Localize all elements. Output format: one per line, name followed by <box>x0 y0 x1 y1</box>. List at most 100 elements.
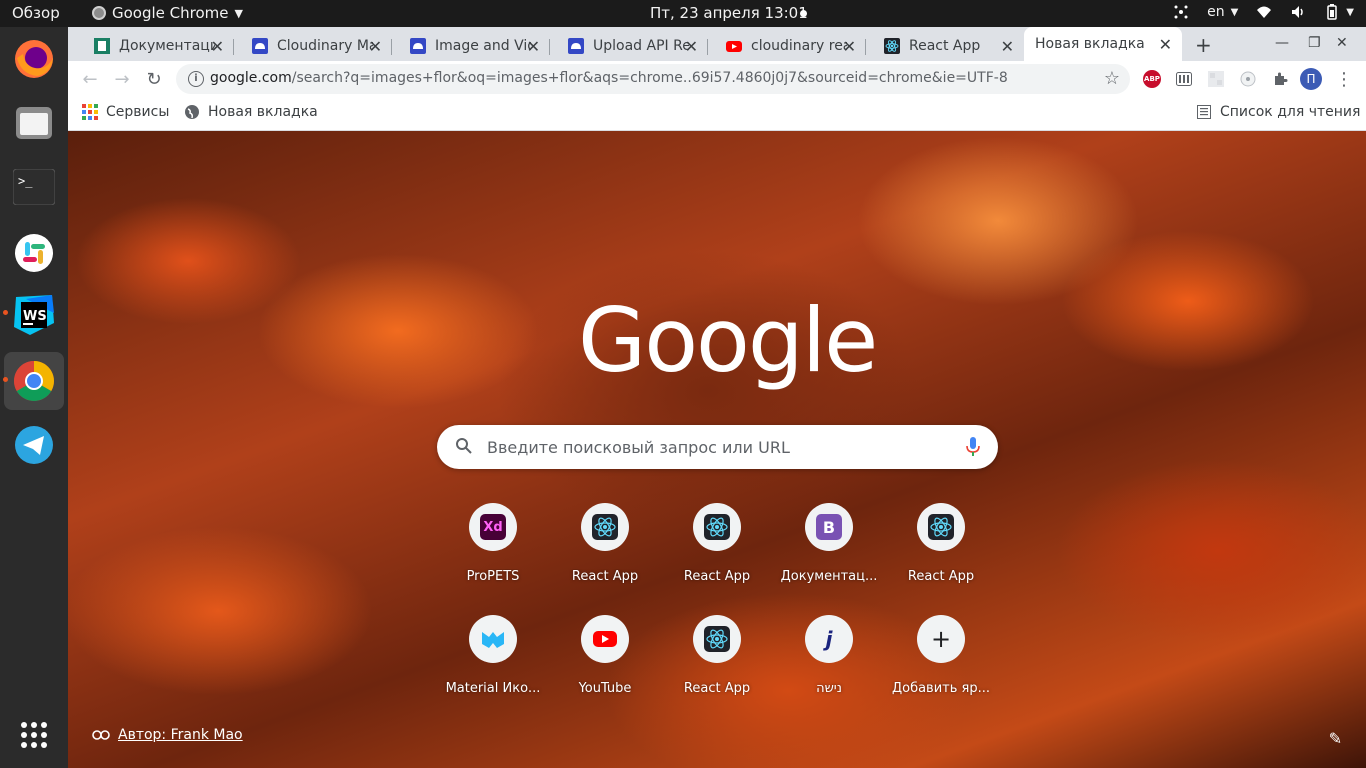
new-tab-bookmark[interactable]: Новая вкладка <box>184 104 318 120</box>
forward-icon[interactable]: → <box>112 69 132 90</box>
chevron-down-icon: ▼ <box>1230 6 1239 18</box>
toolbar: ← → ↻ i google.com/search?q=images+flor&… <box>68 61 1366 97</box>
profile-avatar[interactable]: П <box>1300 68 1322 90</box>
author-link[interactable]: Автор: Frank Mao <box>118 727 243 743</box>
show-applications-button[interactable] <box>10 711 58 759</box>
new-tab-bookmark-label: Новая вкладка <box>208 104 318 120</box>
close-icon[interactable]: ✕ <box>1159 35 1172 54</box>
add-shortcut-tile[interactable]: + Добавить яр... <box>885 615 997 727</box>
address-bar[interactable]: i google.com/search?q=images+flor&oq=ima… <box>176 64 1130 94</box>
chrome-app-icon <box>92 6 106 20</box>
shortcut-tile[interactable]: React App <box>549 503 661 615</box>
files-launcher[interactable] <box>10 99 58 147</box>
shortcut-label: Документац... <box>780 569 878 584</box>
apps-bookmark-label: Сервисы <box>106 104 170 120</box>
activities-button[interactable]: Обзор <box>12 4 60 22</box>
tab-4[interactable]: cloudinary rea ✕ <box>708 31 866 61</box>
close-icon[interactable]: ✕ <box>527 37 540 56</box>
close-icon[interactable]: ✕ <box>1001 37 1014 56</box>
more-menu-icon[interactable]: ⋮ <box>1335 69 1353 90</box>
customize-pencil-icon[interactable]: ✎ <box>1329 729 1342 748</box>
bookmarks-bar: Сервисы Новая вкладка Список для чтения <box>68 97 1366 131</box>
shortcut-label: React App <box>683 569 751 584</box>
link-icon <box>92 730 110 740</box>
back-icon[interactable]: ← <box>80 69 100 90</box>
shortcut-tile[interactable]: B Документац... <box>773 503 885 615</box>
reading-list-label: Список для чтения <box>1220 104 1361 120</box>
youtube-icon <box>593 631 617 647</box>
apps-bookmark[interactable]: Сервисы <box>82 104 169 120</box>
shortcut-label: נישה <box>816 681 842 696</box>
tab-strip: Документация ✕ Cloudinary Ma ✕ Image and… <box>68 27 1366 61</box>
tab-2[interactable]: Image and Vid ✕ <box>392 31 550 61</box>
shortcut-icon-wrap <box>693 503 741 551</box>
shortcut-label: ProPETS <box>466 569 520 584</box>
extension-icon[interactable] <box>1175 70 1193 88</box>
maximize-icon[interactable]: ❐ <box>1308 35 1321 51</box>
background-attribution[interactable]: Автор: Frank Mao <box>92 727 243 743</box>
shortcut-label: Добавить яр... <box>891 681 991 696</box>
close-icon[interactable]: ✕ <box>843 37 856 56</box>
minimize-icon[interactable]: — <box>1275 35 1289 51</box>
close-icon[interactable]: ✕ <box>685 37 698 56</box>
reading-list-button[interactable]: Список для чтения <box>1196 104 1360 120</box>
files-icon <box>16 107 52 139</box>
extensions-puzzle-icon[interactable] <box>1271 70 1289 88</box>
tab-1[interactable]: Cloudinary Ma ✕ <box>234 31 392 61</box>
site-info-icon[interactable]: i <box>188 71 204 87</box>
microphone-icon[interactable] <box>966 437 980 457</box>
extension-grid-icon[interactable] <box>1207 70 1225 88</box>
shortcut-tile[interactable]: Material Ико... <box>437 615 549 727</box>
telegram-launcher[interactable] <box>10 421 58 469</box>
webstorm-launcher[interactable]: WS <box>10 291 58 339</box>
tab-0[interactable]: Документация ✕ <box>76 31 234 61</box>
extension-clock-icon[interactable] <box>1239 70 1257 88</box>
shortcut-tile[interactable]: React App <box>885 503 997 615</box>
tab-3[interactable]: Upload API Re ✕ <box>550 31 708 61</box>
tab-title: Cloudinary Ma <box>277 38 373 54</box>
chrome-launcher[interactable] <box>4 352 64 410</box>
shortcut-tile[interactable]: j נישה <box>773 615 885 727</box>
shortcut-tile[interactable]: YouTube <box>549 615 661 727</box>
telegram-icon <box>15 426 53 464</box>
url-text[interactable]: google.com/search?q=images+flor&oq=image… <box>210 70 1008 86</box>
clock[interactable]: Пт, 23 апреля 13:01 <box>650 4 808 22</box>
shortcut-tile[interactable]: React App <box>661 503 773 615</box>
close-icon[interactable]: ✕ <box>211 37 224 56</box>
shortcut-label: Material Ико... <box>445 681 541 696</box>
url-host: google.com <box>210 70 292 86</box>
cloudinary-icon <box>410 38 426 54</box>
network-icon[interactable] <box>1173 4 1189 20</box>
react-icon <box>704 626 730 652</box>
ntp-search-box[interactable] <box>437 425 998 469</box>
bookmark-star-icon[interactable]: ☆ <box>1104 68 1120 89</box>
firefox-launcher[interactable] <box>10 35 58 83</box>
shortcut-tile[interactable]: Xd ProPETS <box>437 503 549 615</box>
close-icon[interactable]: ✕ <box>369 37 382 56</box>
globe-icon <box>185 105 199 119</box>
slack-icon <box>15 234 53 272</box>
dropdown-arrow-icon: ▼ <box>234 6 243 20</box>
new-tab-button[interactable]: + <box>1195 33 1212 57</box>
chrome-icon <box>14 361 54 401</box>
slack-launcher[interactable] <box>10 229 58 277</box>
system-tray[interactable]: en ▼ ▼ <box>1173 4 1354 20</box>
tab-6[interactable]: Новая вкладка ✕ <box>1024 27 1182 61</box>
react-icon <box>884 38 900 54</box>
shortcut-icon-wrap <box>917 503 965 551</box>
shortcut-icon-wrap <box>581 615 629 663</box>
adblock-plus-icon[interactable]: ABP <box>1143 70 1161 88</box>
url-path: /search?q=images+flor&oq=images+flor&aqs… <box>291 70 1008 86</box>
search-input[interactable] <box>487 425 947 469</box>
terminal-launcher[interactable]: >_ <box>10 163 58 211</box>
reload-icon[interactable]: ↻ <box>144 69 164 90</box>
tab-5[interactable]: React App ✕ <box>866 31 1024 61</box>
shortcut-tile[interactable]: React App <box>661 615 773 727</box>
svg-text:WS: WS <box>23 309 47 324</box>
shortcut-label: React App <box>683 681 751 696</box>
language-indicator[interactable]: en <box>1207 4 1225 20</box>
app-menu[interactable]: Google Chrome ▼ <box>92 4 243 22</box>
window-close-icon[interactable]: ✕ <box>1336 35 1348 51</box>
react-icon <box>592 514 618 540</box>
doc-icon <box>94 38 110 54</box>
